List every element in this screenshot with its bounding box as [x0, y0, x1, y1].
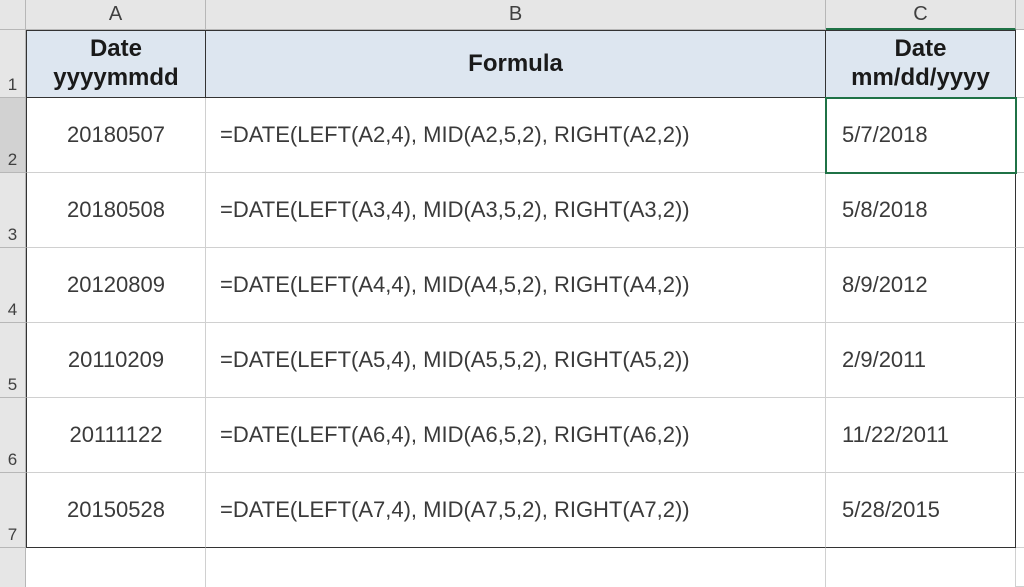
row-header-5[interactable]: 5	[0, 323, 26, 398]
cell-B2[interactable]: =DATE(LEFT(A2,4), MID(A2,5,2), RIGHT(A2,…	[206, 98, 826, 173]
spreadsheet-grid[interactable]: A B C 1 Date yyyymmdd Formula Date mm/dd…	[0, 0, 1024, 587]
row-header-7[interactable]: 7	[0, 473, 26, 548]
cell-B6[interactable]: =DATE(LEFT(A6,4), MID(A6,5,2), RIGHT(A6,…	[206, 398, 826, 473]
edge-r3	[1016, 173, 1024, 248]
cell-B5[interactable]: =DATE(LEFT(A5,4), MID(A5,5,2), RIGHT(A5,…	[206, 323, 826, 398]
cell-C3[interactable]: 5/8/2018	[826, 173, 1016, 248]
cell-B1-header[interactable]: Formula	[206, 30, 826, 98]
edge-r6	[1016, 398, 1024, 473]
edge-r4	[1016, 248, 1024, 323]
cell-A4[interactable]: 20120809	[26, 248, 206, 323]
cell-B-overflow[interactable]	[206, 548, 826, 587]
select-all-corner[interactable]	[0, 0, 26, 30]
edge-r1	[1016, 30, 1024, 98]
col-header-A[interactable]: A	[26, 0, 206, 30]
cell-A2[interactable]: 20180507	[26, 98, 206, 173]
row-header-2[interactable]: 2	[0, 98, 26, 173]
cell-B4[interactable]: =DATE(LEFT(A4,4), MID(A4,5,2), RIGHT(A4,…	[206, 248, 826, 323]
edge-r7	[1016, 473, 1024, 548]
cell-C1-header[interactable]: Date mm/dd/yyyy	[826, 30, 1016, 98]
cell-A7[interactable]: 20150528	[26, 473, 206, 548]
edge-r5	[1016, 323, 1024, 398]
col-header-C[interactable]: C	[826, 0, 1016, 30]
cell-C7[interactable]: 5/28/2015	[826, 473, 1016, 548]
row-header-6[interactable]: 6	[0, 398, 26, 473]
cell-C6[interactable]: 11/22/2011	[826, 398, 1016, 473]
cell-A5[interactable]: 20110209	[26, 323, 206, 398]
col-header-overflow	[1016, 0, 1024, 30]
row-header-4[interactable]: 4	[0, 248, 26, 323]
row-header-overflow[interactable]	[0, 548, 26, 587]
edge-r2	[1016, 98, 1024, 173]
cell-B3[interactable]: =DATE(LEFT(A3,4), MID(A3,5,2), RIGHT(A3,…	[206, 173, 826, 248]
edge-overflow	[1016, 548, 1024, 587]
col-header-B[interactable]: B	[206, 0, 826, 30]
cell-C4[interactable]: 8/9/2012	[826, 248, 1016, 323]
cell-B7[interactable]: =DATE(LEFT(A7,4), MID(A7,5,2), RIGHT(A7,…	[206, 473, 826, 548]
cell-C5[interactable]: 2/9/2011	[826, 323, 1016, 398]
cell-C2-active[interactable]: 5/7/2018	[826, 98, 1016, 173]
cell-A6[interactable]: 20111122	[26, 398, 206, 473]
cell-A1-header[interactable]: Date yyyymmdd	[26, 30, 206, 98]
cell-C-overflow[interactable]	[826, 548, 1016, 587]
cell-A3[interactable]: 20180508	[26, 173, 206, 248]
row-header-1[interactable]: 1	[0, 30, 26, 98]
cell-A-overflow[interactable]	[26, 548, 206, 587]
row-header-3[interactable]: 3	[0, 173, 26, 248]
